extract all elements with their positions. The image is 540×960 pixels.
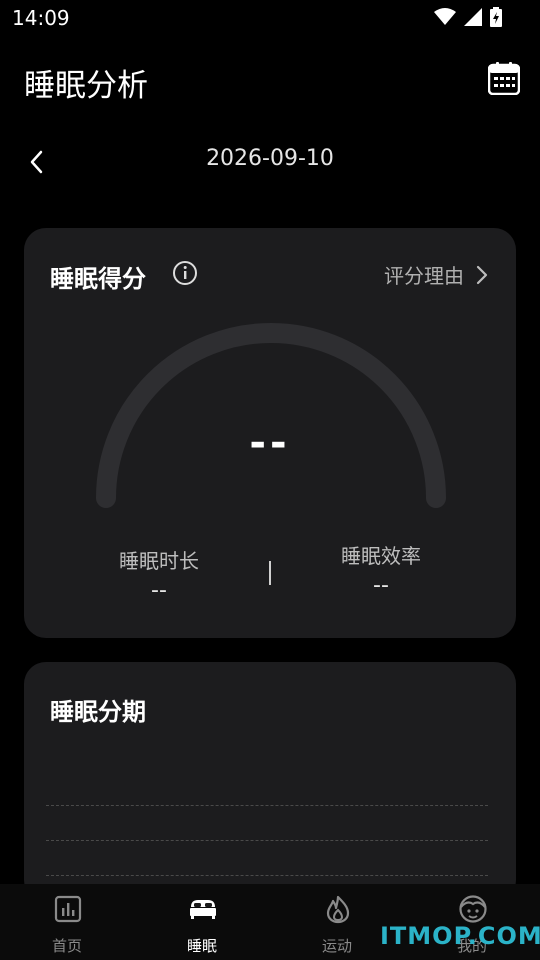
metric-divider bbox=[269, 561, 271, 585]
status-time: 14:09 bbox=[12, 6, 70, 30]
nav-item-home[interactable]: 首页 bbox=[17, 884, 117, 960]
sleep-stage-title: 睡眠分期 bbox=[50, 698, 146, 726]
calendar-icon bbox=[487, 62, 521, 96]
watermark-text: ITMOP.COM bbox=[380, 922, 540, 950]
calendar-button[interactable] bbox=[487, 61, 521, 96]
nav-label-sport: 运动 bbox=[321, 937, 352, 955]
wifi-icon bbox=[434, 8, 456, 25]
status-bar: 14:09 bbox=[0, 0, 540, 36]
sleep-stage-card: 睡眠分期 bbox=[24, 662, 516, 902]
page-title: 睡眠分析 bbox=[24, 68, 148, 104]
sleep-duration-value: -- bbox=[151, 578, 167, 603]
battery-charging-icon bbox=[490, 7, 502, 27]
signal-icon bbox=[464, 8, 482, 26]
nav-item-sleep[interactable]: 睡眠 bbox=[152, 884, 252, 960]
chart-grid-line bbox=[46, 875, 488, 876]
sleep-duration-metric: 睡眠时长 -- bbox=[79, 545, 239, 603]
nav-label-sleep: 睡眠 bbox=[186, 937, 217, 955]
selected-date: 2026-09-10 bbox=[206, 146, 334, 171]
nav-label-home: 首页 bbox=[51, 937, 82, 955]
face-icon bbox=[459, 895, 487, 923]
sleep-duration-label: 睡眠时长 bbox=[119, 549, 199, 573]
nav-item-sport[interactable]: 运动 bbox=[287, 884, 387, 960]
chart-grid-line bbox=[46, 840, 488, 841]
sleep-efficiency-label: 睡眠效率 bbox=[341, 544, 421, 568]
chart-grid-line bbox=[46, 805, 488, 806]
bed-icon bbox=[190, 900, 216, 919]
score-gauge bbox=[96, 323, 446, 508]
sleep-efficiency-value: -- bbox=[373, 573, 389, 598]
chart-icon bbox=[54, 895, 82, 923]
status-icons bbox=[434, 6, 502, 28]
sleep-score-value: -- bbox=[249, 420, 291, 466]
flame-icon bbox=[326, 895, 350, 924]
sleep-score-card: 睡眠得分 评分理由 -- 睡眠时长 -- 睡眠效率 -- bbox=[24, 228, 516, 638]
sleep-efficiency-metric: 睡眠效率 -- bbox=[301, 540, 461, 598]
